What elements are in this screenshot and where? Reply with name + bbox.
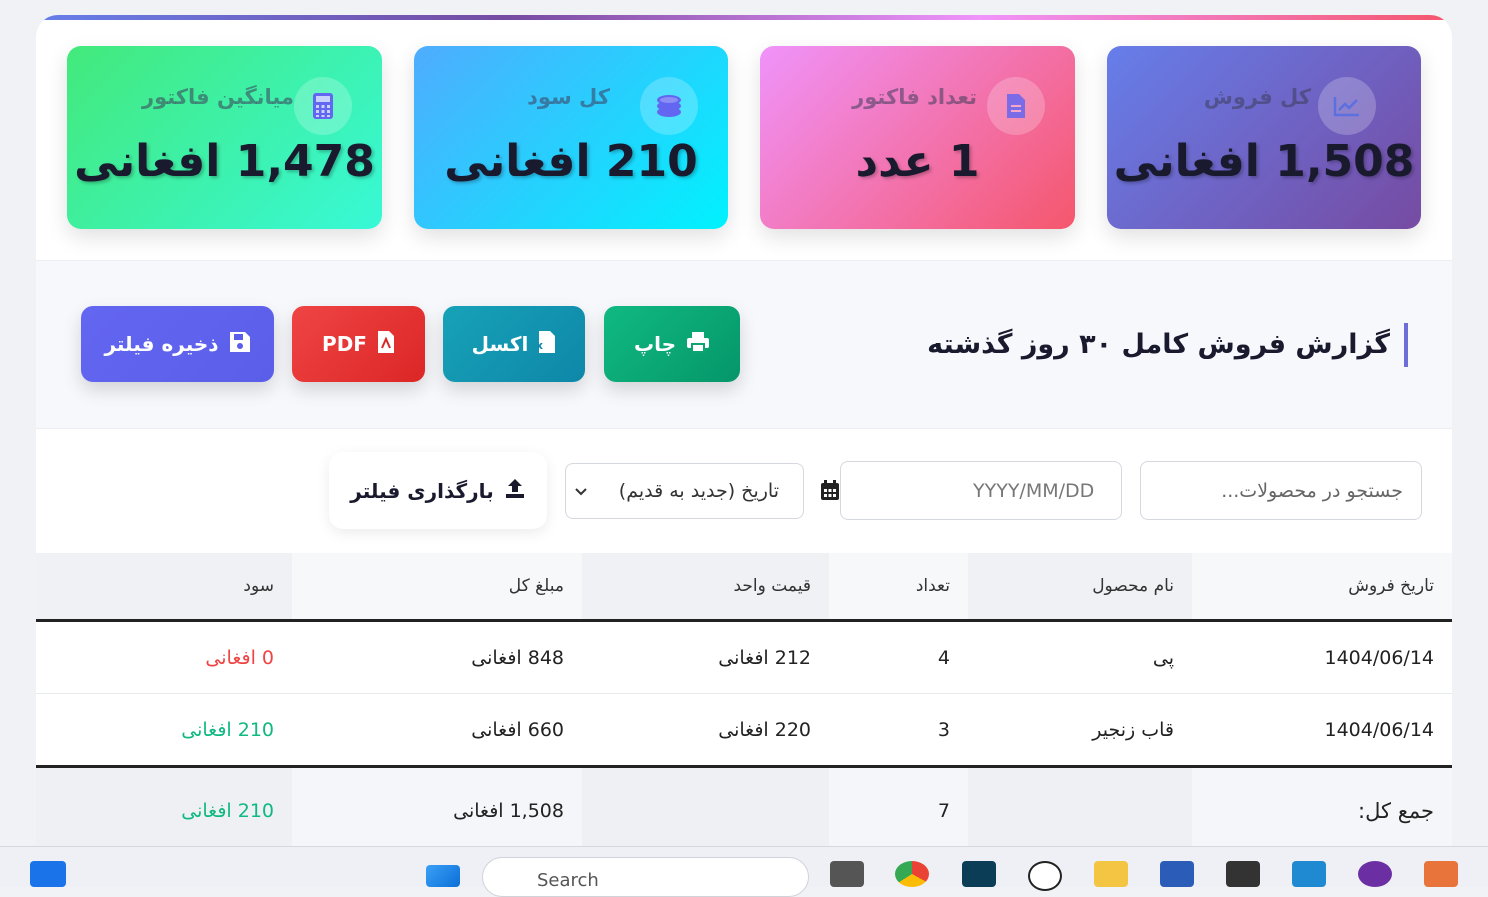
card-value: 1 عدد <box>855 136 980 187</box>
filter-bar: جستجو در محصولات... YYYY/MM/DD تاریخ (جد… <box>36 428 1452 553</box>
sales-table: تاریخ فروش نام محصول تعداد قیمت واحد مبل… <box>36 553 1452 846</box>
footer-qty: 7 <box>829 765 968 846</box>
print-button-label: چاپ <box>633 332 677 356</box>
load-filter-button[interactable]: بارگذاری فیلتر <box>329 452 547 529</box>
date-input[interactable]: YYYY/MM/DD <box>840 461 1122 520</box>
folder-icon[interactable] <box>1094 861 1128 887</box>
card-value: 1,508 افغانی <box>1113 136 1415 187</box>
taskbar-search-label: Search <box>537 870 599 891</box>
pdf-button-label: PDF <box>322 332 367 356</box>
cell-date: 1404/06/14 <box>1192 620 1452 694</box>
load-filter-label: بارگذاری فیلتر <box>350 478 494 503</box>
chrome-icon[interactable] <box>895 861 929 887</box>
footer-total: 1,508 افغانی <box>292 765 582 846</box>
sort-select-value: تاریخ (جدید به قدیم) <box>618 480 779 502</box>
cell-total: 848 افغانی <box>292 620 582 694</box>
file-excel-icon: x <box>536 330 556 359</box>
col-header-unit-price[interactable]: قیمت واحد <box>582 553 829 622</box>
footer-empty <box>582 765 829 846</box>
taskbar: Search <box>0 846 1488 897</box>
card-value: 1,478 افغانی <box>74 136 375 187</box>
calculator-icon <box>294 77 352 135</box>
card-title: میانگین فاکتور <box>141 85 294 109</box>
card-title: کل سود <box>527 85 610 109</box>
upload-icon <box>504 477 526 504</box>
app-icon[interactable] <box>1424 861 1458 887</box>
cell-total: 660 افغانی <box>292 693 582 767</box>
col-header-date[interactable]: تاریخ فروش <box>1192 553 1452 622</box>
cell-date: 1404/06/14 <box>1192 693 1452 767</box>
vscode-icon[interactable] <box>1292 861 1326 887</box>
calendar-icon[interactable] <box>820 479 840 505</box>
card-title: کل فروش <box>1203 85 1311 109</box>
col-header-qty[interactable]: تعداد <box>829 553 968 622</box>
terminal-icon[interactable] <box>1226 861 1260 887</box>
total-profit-card: کل سود 210 افغانی <box>414 46 728 229</box>
table-header-row: تاریخ فروش نام محصول تعداد قیمت واحد مبل… <box>36 553 1452 622</box>
cell-product: قاب زنجیر <box>968 693 1192 767</box>
floppy-disk-icon <box>229 331 251 358</box>
avg-invoice-card: میانگین فاکتور 1,478 افغانی <box>67 46 382 229</box>
file-pdf-icon <box>377 330 395 359</box>
start-icon[interactable] <box>426 865 460 887</box>
table-row[interactable]: 1404/06/14 پی 4 212 افغانی 848 افغانی 0 … <box>36 620 1452 694</box>
widgets-icon[interactable] <box>30 861 66 887</box>
word-icon[interactable] <box>1160 861 1194 887</box>
chatgpt-icon[interactable] <box>1028 861 1062 891</box>
coins-icon <box>640 77 698 135</box>
excel-button[interactable]: x اکسل <box>443 306 585 382</box>
gradient-top-bar <box>36 15 1452 20</box>
file-invoice-icon <box>987 77 1045 135</box>
card-title: تعداد فاکتور <box>852 85 977 109</box>
app-icon[interactable] <box>962 861 996 887</box>
sort-select[interactable]: تاریخ (جدید به قدیم) <box>565 463 804 519</box>
chevron-down-icon <box>574 480 588 502</box>
col-header-product[interactable]: نام محصول <box>968 553 1192 622</box>
app-icon[interactable] <box>1358 861 1392 887</box>
svg-text:x: x <box>538 339 543 352</box>
cell-profit: 210 افغانی <box>36 693 292 767</box>
footer-empty <box>968 765 1192 846</box>
card-value: 210 افغانی <box>444 136 698 187</box>
table-footer-row: جمع کل: 7 1,508 افغانی 210 افغانی <box>36 765 1452 846</box>
print-button[interactable]: چاپ <box>604 306 740 382</box>
cell-qty: 4 <box>829 620 968 694</box>
cell-profit: 0 افغانی <box>36 620 292 694</box>
report-title: گزارش فروش کامل ۳۰ روز گذشته <box>927 323 1408 367</box>
product-search-input[interactable]: جستجو در محصولات... <box>1140 461 1422 520</box>
total-sales-card: کل فروش 1,508 افغانی <box>1107 46 1421 229</box>
cell-unit-price: 220 افغانی <box>582 693 829 767</box>
pdf-button[interactable]: PDF <box>292 306 425 382</box>
excel-button-label: اکسل <box>471 332 529 356</box>
cell-unit-price: 212 افغانی <box>582 620 829 694</box>
chart-line-icon <box>1318 77 1376 135</box>
cell-qty: 3 <box>829 693 968 767</box>
cell-product: پی <box>968 620 1192 694</box>
footer-label: جمع کل: <box>1192 765 1452 846</box>
col-header-profit[interactable]: سود <box>36 553 292 622</box>
save-filter-label: ذخیره فیلتر <box>104 332 219 356</box>
taskbar-search[interactable]: Search <box>482 857 809 897</box>
report-header: گزارش فروش کامل ۳۰ روز گذشته چاپ x اکسل … <box>36 260 1452 429</box>
app-window: کل فروش 1,508 افغانی تعداد فاکتور 1 عدد … <box>36 15 1452 846</box>
task-view-icon[interactable] <box>830 861 864 887</box>
invoice-count-card: تعداد فاکتور 1 عدد <box>760 46 1075 229</box>
col-header-total[interactable]: مبلغ کل <box>292 553 582 622</box>
save-filter-button[interactable]: ذخیره فیلتر <box>81 306 274 382</box>
table-row[interactable]: 1404/06/14 قاب زنجیر 3 220 افغانی 660 اف… <box>36 693 1452 767</box>
print-icon <box>686 331 710 358</box>
footer-profit: 210 افغانی <box>36 765 292 846</box>
